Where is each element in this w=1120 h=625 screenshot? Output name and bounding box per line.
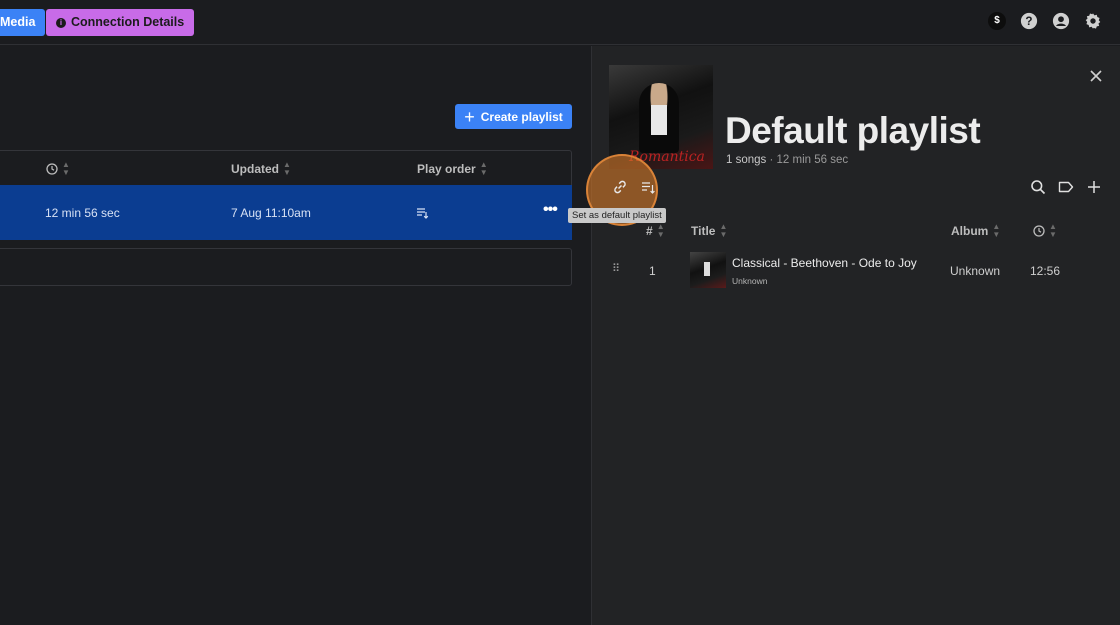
- create-playlist-button[interactable]: + Create playlist: [455, 104, 572, 129]
- sort-icon: ▲ ▼: [719, 222, 728, 239]
- add-icon[interactable]: [1086, 179, 1102, 195]
- clock-icon: [1033, 225, 1045, 237]
- create-playlist-label: Create playlist: [480, 109, 563, 124]
- track-time: 12:56: [1030, 264, 1061, 278]
- sort-icon: ▲ ▼: [283, 160, 291, 177]
- play-order-header-label: Play order: [417, 162, 476, 176]
- row-duration: 12 min 56 sec: [45, 206, 120, 220]
- number-column-header[interactable]: # ▲ ▼: [646, 223, 665, 239]
- link-icon[interactable]: [612, 179, 628, 195]
- updated-column-header[interactable]: Updated ▲ ▼: [231, 161, 291, 177]
- tooltip: Set as default playlist: [568, 208, 666, 223]
- playlist-meta: 1 songs · 12 min 56 sec: [726, 154, 849, 166]
- info-icon: i: [56, 17, 66, 28]
- sort-icon: ▲ ▼: [479, 160, 488, 177]
- track-title[interactable]: Classical - Beethoven - Ode to Joy (: [732, 256, 920, 270]
- svg-text:?: ?: [1025, 15, 1032, 28]
- song-count: 1 songs: [726, 154, 767, 166]
- playlist-duration: 12 min 56 sec: [776, 154, 849, 166]
- updated-header-label: Updated: [231, 162, 279, 176]
- track-number: 1: [649, 264, 656, 278]
- account-icon[interactable]: [1052, 12, 1070, 30]
- sort-order-icon[interactable]: [640, 179, 656, 195]
- settings-icon[interactable]: [1084, 12, 1102, 30]
- more-options-button[interactable]: •••: [543, 201, 558, 219]
- playlist-title: Default playlist: [725, 110, 981, 151]
- tag-icon[interactable]: [1058, 179, 1074, 195]
- playlist-toolbar-left: [612, 179, 656, 195]
- playlist-toolbar-right: [1030, 179, 1102, 195]
- search-icon[interactable]: [1030, 179, 1046, 195]
- help-icon[interactable]: ?: [1020, 12, 1038, 30]
- track-row[interactable]: ⠿ 1 Classical - Beethoven - Ode to Joy (…: [592, 250, 1120, 290]
- drag-handle-icon[interactable]: ⠿: [612, 262, 620, 275]
- sort-icon: ▲ ▼: [1049, 222, 1057, 239]
- connection-details-button[interactable]: i Connection Details: [46, 9, 195, 36]
- media-button[interactable]: Media: [0, 9, 46, 36]
- close-icon[interactable]: [1088, 68, 1104, 84]
- top-bar: Media i Connection Details $ ?: [0, 0, 1120, 45]
- time-column-header[interactable]: ▲ ▼: [1033, 223, 1057, 239]
- playlists-table-header: ▲ ▼ Updated ▲ ▼ Play order ▲ ▼: [0, 150, 572, 185]
- track-thumbnail: [690, 252, 726, 288]
- plus-icon: +: [464, 106, 475, 127]
- album-column-header[interactable]: Album ▲ ▼: [951, 223, 1000, 239]
- table-row-selected[interactable]: 12 min 56 sec 7 Aug 11:10am •••: [0, 185, 572, 240]
- album-header-label: Album: [951, 224, 989, 238]
- clock-icon: [46, 163, 58, 175]
- title-column-header[interactable]: Title ▲ ▼: [691, 223, 727, 239]
- play-order-icon: [417, 208, 429, 219]
- row-updated: 7 Aug 11:10am: [231, 206, 311, 220]
- table-row-empty: [0, 248, 572, 286]
- media-button-label: Media: [0, 15, 36, 29]
- connection-details-label: Connection Details: [71, 15, 185, 29]
- track-album[interactable]: Unknown: [950, 264, 1000, 278]
- sort-icon: ▲ ▼: [992, 222, 1001, 239]
- sort-icon: ▲ ▼: [656, 222, 665, 239]
- title-header-label: Title: [691, 224, 716, 238]
- sort-icon: ▲ ▼: [62, 160, 70, 177]
- playlists-panel: + Create playlist ▲ ▼ Updated ▲ ▼ Play ord…: [0, 46, 591, 625]
- dollar-icon[interactable]: $: [988, 12, 1006, 30]
- play-order-column-header[interactable]: Play order ▲ ▼: [417, 161, 488, 177]
- duration-column-header[interactable]: ▲ ▼: [46, 161, 70, 177]
- playlist-detail-panel: Romantica Default playlist 1 songs · 12 …: [568, 46, 1120, 625]
- number-header-label: #: [646, 224, 653, 238]
- track-artist[interactable]: Unknown: [732, 276, 767, 286]
- top-icons: $ ?: [988, 12, 1102, 30]
